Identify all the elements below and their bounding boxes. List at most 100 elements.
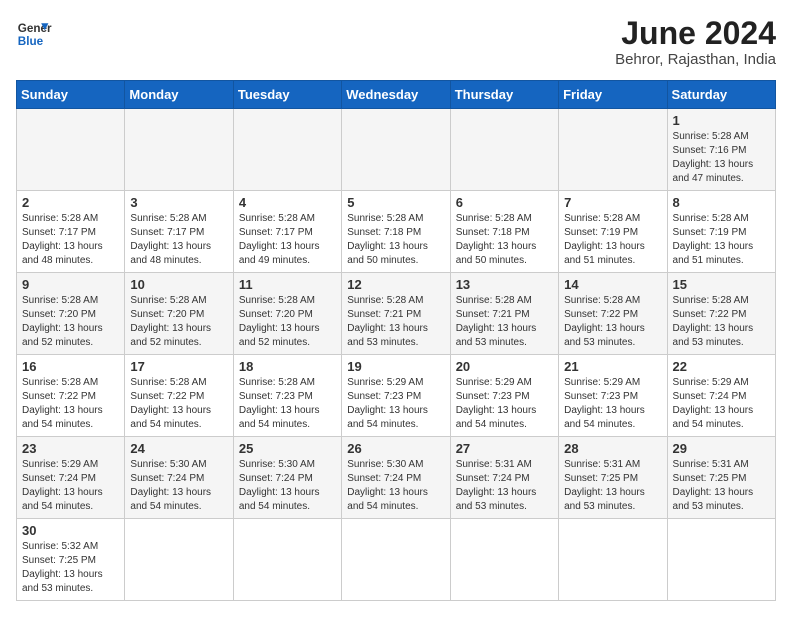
day-info: Sunrise: 5:30 AM Sunset: 7:24 PM Dayligh… [239, 458, 336, 514]
weekday-header-thursday: Thursday [450, 81, 558, 109]
day-info: Sunrise: 5:28 AM Sunset: 7:22 PM Dayligh… [22, 376, 119, 432]
day-info: Sunrise: 5:31 AM Sunset: 7:25 PM Dayligh… [673, 458, 770, 514]
day-number: 30 [22, 523, 119, 538]
calendar-cell: 17 Sunrise: 5:28 AM Sunset: 7:22 PM Dayli… [125, 355, 233, 437]
day-number: 25 [239, 441, 336, 456]
day-number: 8 [673, 195, 770, 210]
day-number: 27 [456, 441, 553, 456]
day-number: 10 [130, 277, 227, 292]
day-number: 18 [239, 359, 336, 374]
day-number: 16 [22, 359, 119, 374]
calendar-cell: 28Sunrise: 5:31 AM Sunset: 7:25 PM Dayli… [559, 437, 667, 519]
day-number: 1 [673, 113, 770, 128]
day-info: Sunrise: 5:32 AM Sunset: 7:25 PM Dayligh… [22, 540, 119, 596]
calendar-cell: 11Sunrise: 5:28 AM Sunset: 7:20 PM Dayli… [233, 273, 341, 355]
day-number: 4 [239, 195, 336, 210]
calendar-cell: 14 Sunrise: 5:28 AM Sunset: 7:22 PM Dayli… [559, 273, 667, 355]
day-number: 15 [673, 277, 770, 292]
calendar-cell: 18Sunrise: 5:28 AM Sunset: 7:23 PM Dayli… [233, 355, 341, 437]
day-number: 13 [456, 277, 553, 292]
day-number: 23 [22, 441, 119, 456]
calendar-cell: 26 Sunrise: 5:30 AM Sunset: 7:24 PM Dayli… [342, 437, 450, 519]
day-number: 29 [673, 441, 770, 456]
calendar-cell [233, 109, 341, 191]
calendar-cell: 27 Sunrise: 5:31 AM Sunset: 7:24 PM Dayli… [450, 437, 558, 519]
day-number: 12 [347, 277, 444, 292]
calendar-cell: 5 Sunrise: 5:28 AM Sunset: 7:18 PM Daylig… [342, 191, 450, 273]
day-info: Sunrise: 5:28 AM Sunset: 7:17 PM Dayligh… [130, 212, 227, 268]
month-title: June 2024 [615, 16, 776, 51]
weekday-header-sunday: Sunday [17, 81, 125, 109]
day-number: 6 [456, 195, 553, 210]
day-info: Sunrise: 5:28 AM Sunset: 7:20 PM Dayligh… [22, 294, 119, 350]
day-number: 14 [564, 277, 661, 292]
calendar-cell [559, 109, 667, 191]
day-info: Sunrise: 5:30 AM Sunset: 7:24 PM Dayligh… [130, 458, 227, 514]
day-info: Sunrise: 5:29 AM Sunset: 7:23 PM Dayligh… [347, 376, 444, 432]
calendar-cell: 8 Sunrise: 5:28 AM Sunset: 7:19 PM Daylig… [667, 191, 775, 273]
day-info: Sunrise: 5:31 AM Sunset: 7:25 PM Dayligh… [564, 458, 661, 514]
calendar-cell: 30 Sunrise: 5:32 AM Sunset: 7:25 PM Dayli… [17, 519, 125, 601]
day-info: Sunrise: 5:29 AM Sunset: 7:24 PM Dayligh… [22, 458, 119, 514]
calendar-cell: 7 Sunrise: 5:28 AM Sunset: 7:19 PM Daylig… [559, 191, 667, 273]
page-header: General Blue June 2024 Behror, Rajasthan… [16, 16, 776, 68]
day-number: 11 [239, 277, 336, 292]
calendar-cell [450, 109, 558, 191]
calendar-cell [559, 519, 667, 601]
day-number: 7 [564, 195, 661, 210]
day-info: Sunrise: 5:28 AM Sunset: 7:18 PM Dayligh… [347, 212, 444, 268]
logo: General Blue [16, 16, 52, 52]
calendar-cell [667, 519, 775, 601]
day-info: Sunrise: 5:29 AM Sunset: 7:23 PM Dayligh… [564, 376, 661, 432]
day-number: 24 [130, 441, 227, 456]
calendar-cell: 10 Sunrise: 5:28 AM Sunset: 7:20 PM Dayli… [125, 273, 233, 355]
calendar-cell: 24 Sunrise: 5:30 AM Sunset: 7:24 PM Dayli… [125, 437, 233, 519]
calendar-cell: 23 Sunrise: 5:29 AM Sunset: 7:24 PM Dayli… [17, 437, 125, 519]
calendar-cell [125, 109, 233, 191]
day-info: Sunrise: 5:28 AM Sunset: 7:20 PM Dayligh… [130, 294, 227, 350]
day-info: Sunrise: 5:28 AM Sunset: 7:22 PM Dayligh… [564, 294, 661, 350]
day-number: 21 [564, 359, 661, 374]
day-info: Sunrise: 5:28 AM Sunset: 7:21 PM Dayligh… [456, 294, 553, 350]
day-number: 19 [347, 359, 444, 374]
weekday-header-wednesday: Wednesday [342, 81, 450, 109]
calendar-cell: 15Sunrise: 5:28 AM Sunset: 7:22 PM Dayli… [667, 273, 775, 355]
day-number: 17 [130, 359, 227, 374]
calendar-cell: 3 Sunrise: 5:28 AM Sunset: 7:17 PM Daylig… [125, 191, 233, 273]
day-info: Sunrise: 5:30 AM Sunset: 7:24 PM Dayligh… [347, 458, 444, 514]
day-info: Sunrise: 5:28 AM Sunset: 7:18 PM Dayligh… [456, 212, 553, 268]
calendar-cell: 21 Sunrise: 5:29 AM Sunset: 7:23 PM Dayli… [559, 355, 667, 437]
title-block: June 2024 Behror, Rajasthan, India [615, 16, 776, 68]
day-info: Sunrise: 5:28 AM Sunset: 7:17 PM Dayligh… [239, 212, 336, 268]
day-info: Sunrise: 5:28 AM Sunset: 7:22 PM Dayligh… [130, 376, 227, 432]
weekday-header-friday: Friday [559, 81, 667, 109]
calendar-cell: 2 Sunrise: 5:28 AM Sunset: 7:17 PM Daylig… [17, 191, 125, 273]
calendar-cell [233, 519, 341, 601]
day-info: Sunrise: 5:31 AM Sunset: 7:24 PM Dayligh… [456, 458, 553, 514]
day-info: Sunrise: 5:29 AM Sunset: 7:24 PM Dayligh… [673, 376, 770, 432]
calendar-cell: 19 Sunrise: 5:29 AM Sunset: 7:23 PM Dayli… [342, 355, 450, 437]
calendar-cell: 1Sunrise: 5:28 AM Sunset: 7:16 PM Daylig… [667, 109, 775, 191]
day-number: 3 [130, 195, 227, 210]
svg-text:Blue: Blue [18, 35, 44, 48]
weekday-header-monday: Monday [125, 81, 233, 109]
day-number: 26 [347, 441, 444, 456]
calendar-cell: 22Sunrise: 5:29 AM Sunset: 7:24 PM Dayli… [667, 355, 775, 437]
day-info: Sunrise: 5:28 AM Sunset: 7:19 PM Dayligh… [673, 212, 770, 268]
calendar-cell [342, 109, 450, 191]
day-info: Sunrise: 5:28 AM Sunset: 7:19 PM Dayligh… [564, 212, 661, 268]
calendar-cell: 12Sunrise: 5:28 AM Sunset: 7:21 PM Dayli… [342, 273, 450, 355]
day-info: Sunrise: 5:28 AM Sunset: 7:17 PM Dayligh… [22, 212, 119, 268]
calendar-cell: 4 Sunrise: 5:28 AM Sunset: 7:17 PM Daylig… [233, 191, 341, 273]
calendar-cell [125, 519, 233, 601]
calendar-cell: 29 Sunrise: 5:31 AM Sunset: 7:25 PM Dayli… [667, 437, 775, 519]
day-number: 20 [456, 359, 553, 374]
calendar-cell: 9 Sunrise: 5:28 AM Sunset: 7:20 PM Daylig… [17, 273, 125, 355]
calendar-table: SundayMondayTuesdayWednesdayThursdayFrid… [16, 80, 776, 601]
location-subtitle: Behror, Rajasthan, India [615, 51, 776, 68]
day-number: 5 [347, 195, 444, 210]
calendar-cell [17, 109, 125, 191]
weekday-header-tuesday: Tuesday [233, 81, 341, 109]
day-number: 2 [22, 195, 119, 210]
day-number: 9 [22, 277, 119, 292]
